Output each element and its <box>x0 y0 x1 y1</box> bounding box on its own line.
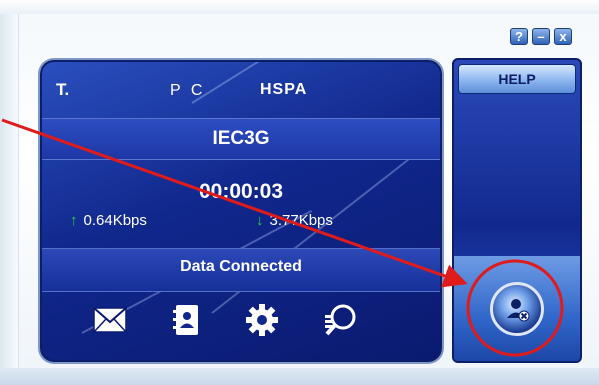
network-status-row: T. P C HSPA <box>42 62 440 118</box>
download-rate: ↓ 3.77Kbps <box>256 212 333 229</box>
diagnostics-button[interactable] <box>318 298 362 342</box>
minimize-button[interactable]: – <box>532 28 550 45</box>
close-button[interactable]: x <box>554 28 572 45</box>
sms-button[interactable] <box>88 298 132 342</box>
address-book-icon <box>173 305 198 335</box>
mode-label: P C <box>170 82 206 99</box>
app-window: ? – x T. P C HSPA IEC3G 00:00:03 ↑ 0.64Kb… <box>0 0 599 385</box>
minimize-icon: – <box>537 29 545 44</box>
toolbar <box>42 298 440 352</box>
help-icon: ? <box>515 29 523 44</box>
window-left-edge <box>0 14 19 372</box>
side-panel: HELP <box>452 58 582 363</box>
signal-strength-icon: T. <box>56 80 70 99</box>
help-title-button[interactable]: ? <box>510 28 528 45</box>
upload-arrow-icon: ↑ <box>70 212 78 229</box>
window-top-edge <box>0 0 599 14</box>
connection-timer: 00:00:03 <box>198 180 284 203</box>
gear-icon <box>246 304 278 336</box>
disconnect-button[interactable] <box>490 282 544 336</box>
settings-button[interactable] <box>240 298 284 342</box>
help-label: HELP <box>498 71 536 87</box>
download-arrow-icon: ↓ <box>256 212 264 229</box>
close-icon: x <box>559 29 567 44</box>
help-button[interactable]: HELP <box>458 64 576 94</box>
carrier-name: IEC3G <box>212 128 270 149</box>
upload-rate-value: 0.64Kbps <box>83 212 147 229</box>
download-rate-value: 3.77Kbps <box>269 212 333 229</box>
network-type-label: HSPA <box>260 81 308 98</box>
connection-panel: T. P C HSPA IEC3G 00:00:03 ↑ 0.64Kbps ↓ 3.… <box>40 60 442 362</box>
upload-rate: ↑ 0.64Kbps <box>70 212 147 229</box>
connection-status: Data Connected <box>180 258 302 275</box>
disconnect-icon <box>507 299 530 322</box>
phonebook-button[interactable] <box>164 298 208 342</box>
network-search-icon <box>325 304 356 336</box>
envelope-icon <box>93 307 127 333</box>
window-bottom-edge <box>0 368 599 385</box>
